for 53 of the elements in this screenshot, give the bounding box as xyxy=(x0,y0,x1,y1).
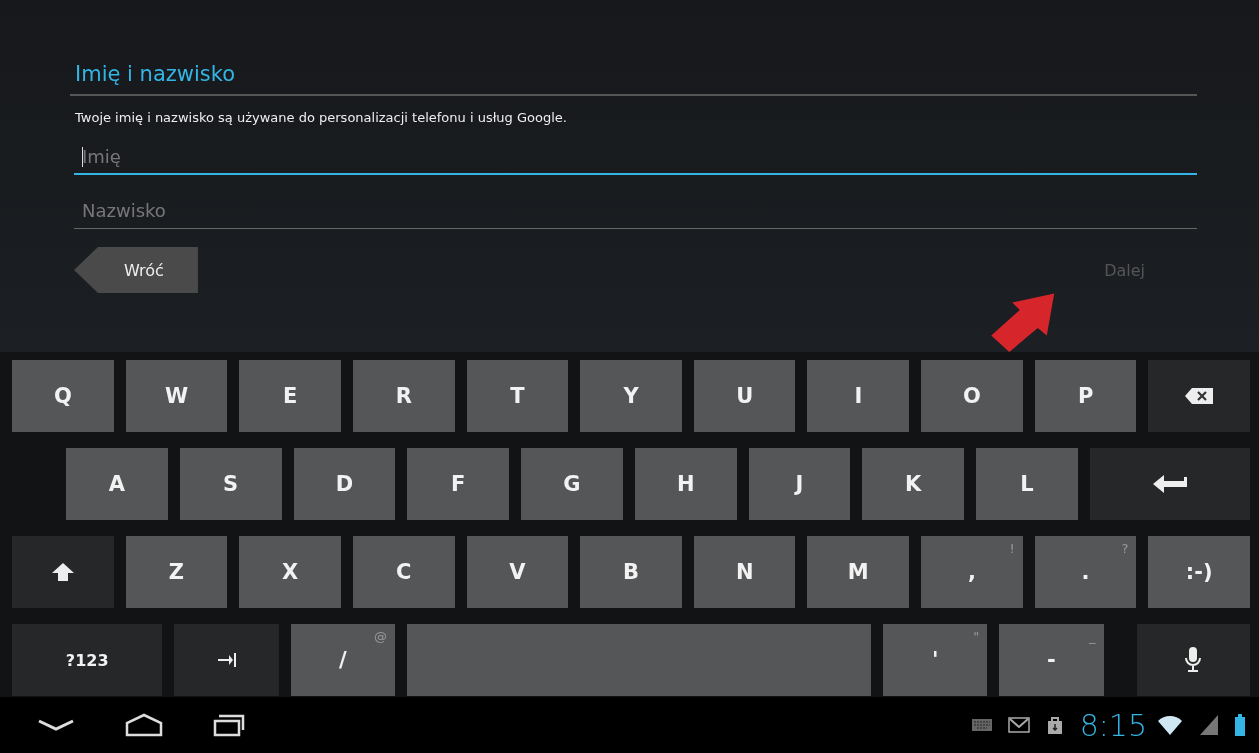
key[interactable]: L xyxy=(976,448,1078,520)
shift-icon xyxy=(50,562,75,582)
key[interactable]: W xyxy=(125,360,228,432)
tab-icon xyxy=(216,652,237,668)
key[interactable]: J xyxy=(748,448,851,520)
arrow-annotation xyxy=(988,292,1056,352)
battery-icon xyxy=(1235,714,1245,736)
key[interactable]: C xyxy=(352,536,455,608)
key[interactable]: N xyxy=(693,536,796,608)
key[interactable]: S xyxy=(179,448,282,520)
key[interactable]: O xyxy=(921,360,1023,432)
key[interactable]: G xyxy=(521,448,623,520)
keyboard-icon xyxy=(971,719,992,731)
recent-apps-icon[interactable] xyxy=(212,712,246,738)
key[interactable]: :-) xyxy=(1148,536,1251,608)
shopping-bag-icon xyxy=(1045,715,1064,735)
key[interactable]: H xyxy=(634,448,737,520)
key[interactable]: P xyxy=(1034,360,1137,432)
key[interactable]: T xyxy=(466,360,569,432)
microphone-icon xyxy=(1185,646,1202,674)
key[interactable]: X xyxy=(239,536,341,608)
shift-key[interactable] xyxy=(12,536,114,608)
input-field[interactable]: Imię xyxy=(74,139,1197,175)
enter-key[interactable] xyxy=(1089,448,1250,520)
clock: 8:15 xyxy=(1079,707,1147,743)
key[interactable]: B xyxy=(580,536,682,608)
input-field[interactable]: Nazwisko xyxy=(74,193,1197,229)
wifi-icon xyxy=(1157,714,1183,736)
home-icon[interactable] xyxy=(124,713,164,737)
description: Twoje imię i nazwisko są używane do personalizacji telefonu i usług Google. xyxy=(75,110,568,125)
section-title: Imię i nazwisko xyxy=(70,62,1197,96)
signal-icon xyxy=(1199,714,1219,736)
key[interactable]: F xyxy=(407,448,510,520)
enter-icon xyxy=(1151,474,1188,494)
key[interactable]: D xyxy=(293,448,396,520)
key[interactable]: K xyxy=(862,448,965,520)
key[interactable]: R xyxy=(352,360,455,432)
key[interactable]: Z xyxy=(125,536,228,608)
key[interactable]: V xyxy=(466,536,569,608)
key[interactable]: E xyxy=(239,360,341,432)
text-cursor xyxy=(82,147,83,167)
key[interactable]: U xyxy=(693,360,796,432)
key[interactable]: M xyxy=(807,536,910,608)
key[interactable]: A xyxy=(66,448,168,520)
key[interactable]: I xyxy=(807,360,910,432)
microphone-key[interactable] xyxy=(1136,624,1250,696)
symbols-key[interactable]: ?123 xyxy=(12,624,163,696)
key[interactable]: Q xyxy=(12,360,114,432)
backspace-icon xyxy=(1184,387,1215,405)
back-button[interactable]: Wróć xyxy=(74,247,198,293)
mail-icon xyxy=(1007,717,1030,733)
backspace-key[interactable] xyxy=(1148,360,1251,432)
key[interactable]: Y xyxy=(580,360,682,432)
